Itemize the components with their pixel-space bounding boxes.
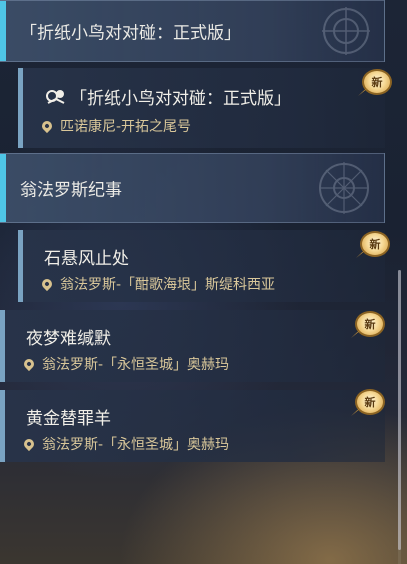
quest-location: 匹诺康尼-开拓之尾号: [39, 116, 192, 136]
header-accent-bar: [0, 154, 6, 222]
quest-location-label: 翁法罗斯-「永恒圣城」奥赫玛: [42, 357, 230, 373]
quest-title: 夜梦难缄默: [26, 329, 111, 349]
location-pin-icon: [39, 276, 55, 292]
new-badge: 新: [360, 231, 390, 257]
quest-location: 翁法罗斯-「永恒圣城」奥赫玛: [21, 434, 230, 454]
quest-item-night-dream[interactable]: 夜梦难缄默 翁法罗斯-「永恒圣城」奥赫玛: [0, 310, 385, 382]
quest-item-bar: [0, 310, 5, 382]
new-badge: 新: [362, 69, 392, 95]
header-accent-bar: [0, 1, 6, 61]
quest-location-label: 翁法罗斯-「酣歌海垠」斯缇科西亚: [60, 277, 276, 293]
category-header-label: 翁法罗斯纪事: [20, 180, 122, 201]
quest-item-origami[interactable]: 「折纸小鸟对对碰：正式版」 匹诺康尼-开拓之尾号: [18, 68, 385, 148]
quest-item-bar: [18, 68, 23, 148]
category-header-amphoreus[interactable]: 翁法罗斯纪事: [0, 153, 385, 223]
new-badge: 新: [355, 389, 385, 415]
location-pin-icon: [39, 118, 55, 134]
category-header-origami-event[interactable]: 「折纸小鸟对对碰：正式版」: [0, 0, 385, 62]
location-pin-icon: [21, 356, 37, 372]
quest-location: 翁法罗斯-「酣歌海垠」斯缇科西亚: [39, 274, 276, 294]
quest-title: 「折纸小鸟对对碰：正式版」: [70, 89, 291, 109]
quest-item-bar: [18, 230, 23, 302]
category-header-label: 「折纸小鸟对对碰：正式版」: [20, 23, 241, 44]
quest-item-stone-wind[interactable]: 石悬风止处 翁法罗斯-「酣歌海垠」斯缇科西亚: [18, 230, 385, 302]
location-pin-icon: [21, 436, 37, 452]
emblem-icon: [322, 7, 370, 55]
emblem-icon: [319, 162, 369, 214]
new-badge: 新: [355, 311, 385, 337]
scrollbar-thumb[interactable]: [398, 270, 401, 550]
event-bird-icon: [46, 90, 65, 104]
quest-location-label: 匹诺康尼-开拓之尾号: [60, 119, 192, 135]
quest-location: 翁法罗斯-「永恒圣城」奥赫玛: [21, 354, 230, 374]
quest-location-label: 翁法罗斯-「永恒圣城」奥赫玛: [42, 437, 230, 453]
quest-title: 黄金替罪羊: [26, 409, 111, 429]
quest-item-golden-scapegoat[interactable]: 黄金替罪羊 翁法罗斯-「永恒圣城」奥赫玛: [0, 390, 385, 462]
quest-item-bar: [0, 390, 5, 462]
quest-title: 石悬风止处: [44, 249, 129, 269]
